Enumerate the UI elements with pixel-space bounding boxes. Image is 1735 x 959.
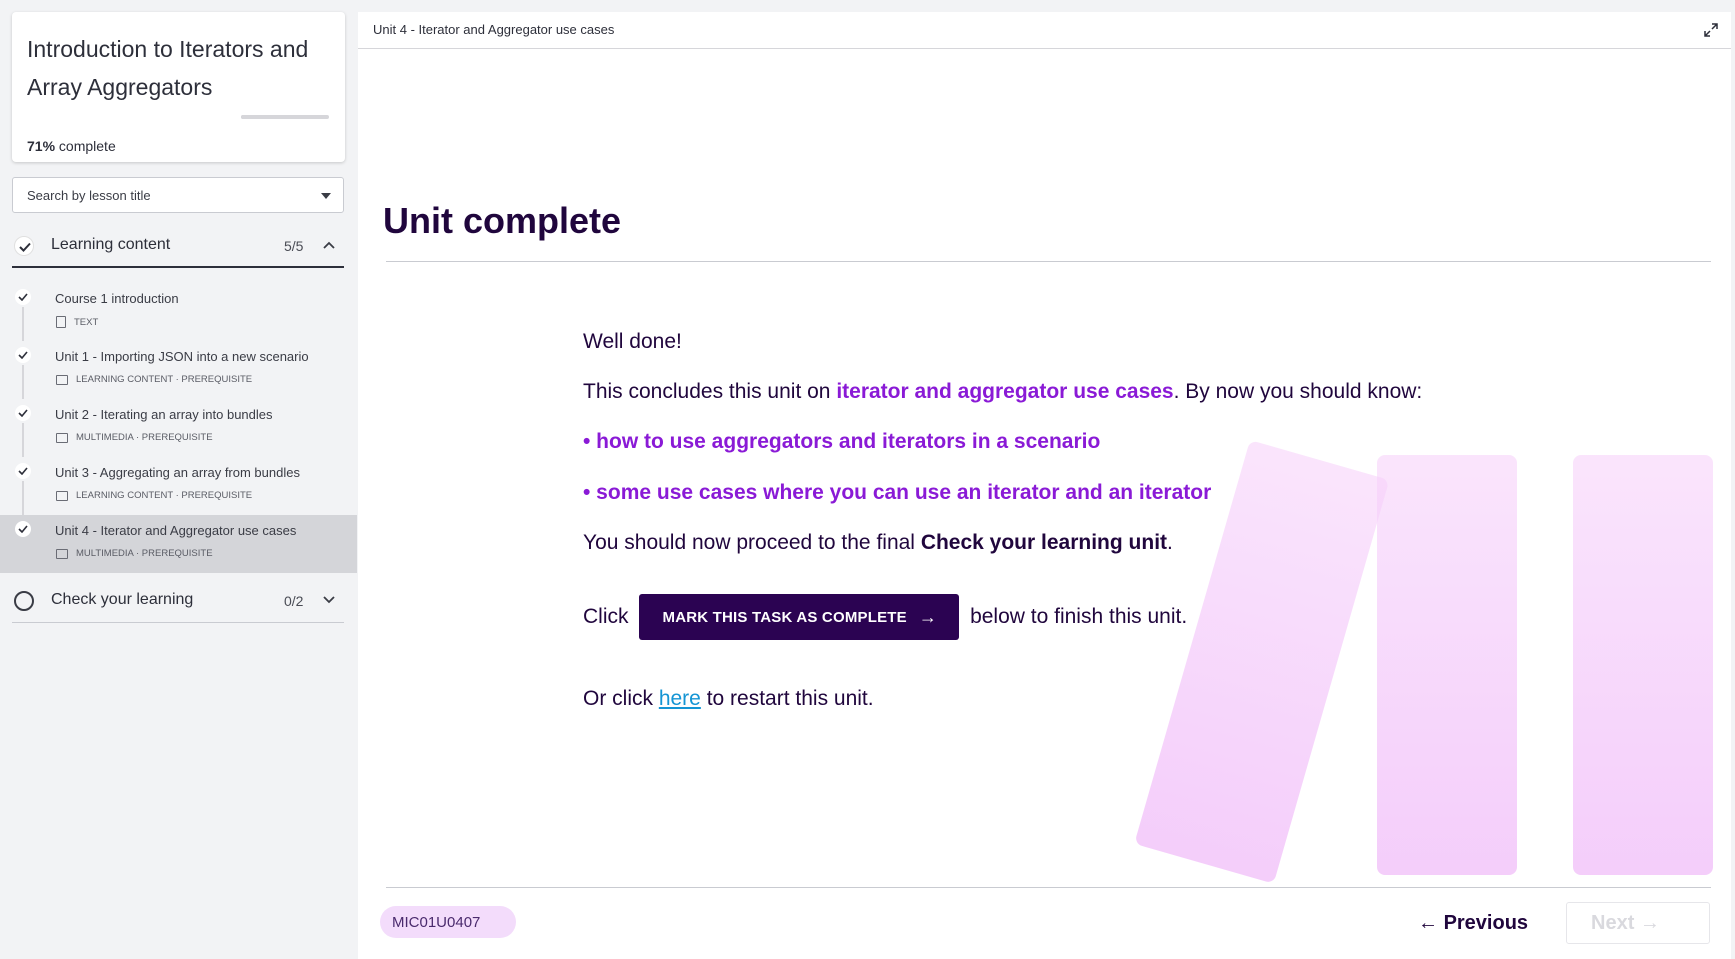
section-check-your-learning[interactable]: Check your learning 0/2 [12, 579, 344, 623]
click-prefix: Click [583, 605, 629, 628]
caret-down-icon [321, 193, 331, 199]
chevron-down-icon[interactable] [323, 593, 335, 607]
empty-circle-icon [14, 591, 34, 611]
restart-text: Or click here to restart this unit. [583, 687, 874, 711]
arrow-left-icon: ← [1418, 912, 1444, 934]
timeline-line [22, 481, 24, 515]
lesson-title: Unit 3 - Aggregating an array from bundl… [55, 465, 300, 480]
media-icon [56, 548, 68, 559]
divider [386, 887, 1711, 888]
arrow-right-icon: → [1634, 912, 1660, 934]
media-icon [56, 490, 68, 501]
course-title: Introduction to Iterators and Array Aggr… [27, 36, 309, 100]
lesson-meta-text: MULTIMEDIA · PREREQUISITE [76, 432, 213, 443]
lesson-title: Unit 1 - Importing JSON into a new scena… [55, 349, 309, 364]
click-suffix: below to finish this unit. [970, 605, 1188, 628]
lesson-meta: LEARNING CONTENT · PREREQUISITE [56, 374, 252, 385]
section-count: 5/5 [284, 238, 304, 254]
timeline-line [22, 365, 24, 399]
media-icon [56, 374, 68, 385]
restart-suffix: to restart this unit. [700, 687, 874, 710]
media-icon [56, 432, 68, 443]
conclusion-text: This concludes this unit on iterator and… [583, 380, 1422, 404]
lesson-meta: TEXT [56, 316, 98, 328]
conclusion-prefix: This concludes this unit on [583, 380, 837, 403]
progress-fill [241, 115, 304, 119]
main-content: Unit 4 - Iterator and Aggregator use cas… [358, 12, 1731, 959]
conclusion-topic: iterator and aggregator use cases [836, 380, 1174, 403]
lesson-item-active[interactable]: Unit 4 - Iterator and Aggregator use cas… [0, 515, 357, 573]
lesson-meta: LEARNING CONTENT · PREREQUISITE [56, 490, 252, 501]
next-button[interactable]: Next → [1566, 902, 1710, 944]
top-bar: Unit 4 - Iterator and Aggregator use cas… [358, 12, 1731, 49]
lesson-item[interactable]: Unit 2 - Iterating an array into bundles… [0, 399, 357, 457]
check-circle-icon [14, 236, 34, 256]
chevron-up-icon[interactable] [323, 238, 335, 252]
decorative-shape [1377, 455, 1517, 875]
proceed-prefix: You should now proceed to the final [583, 531, 921, 554]
lesson-meta-text: MULTIMEDIA · PREREQUISITE [76, 548, 213, 559]
decorative-shape [1573, 455, 1713, 875]
lesson-title: Unit 4 - Iterator and Aggregator use cas… [55, 523, 297, 538]
lesson-title: Course 1 introduction [55, 291, 179, 306]
previous-button[interactable]: ← Previous [1418, 912, 1528, 935]
divider [386, 261, 1711, 262]
lesson-item[interactable]: Course 1 introduction TEXT [0, 283, 357, 341]
lesson-meta-text: LEARNING CONTENT · PREREQUISITE [76, 374, 253, 385]
lesson-meta: MULTIMEDIA · PREREQUISITE [56, 548, 213, 559]
section-count: 0/2 [284, 593, 304, 609]
complete-row: Click MARK THIS TASK AS COMPLETE → below … [583, 594, 1187, 640]
check-icon [15, 347, 31, 363]
lesson-search-select[interactable]: Search by lesson title [12, 177, 344, 213]
well-done-text: Well done! [583, 330, 682, 353]
previous-label: Previous [1443, 912, 1529, 934]
course-card: Introduction to Iterators and Array Aggr… [12, 12, 345, 162]
timeline-line [22, 307, 24, 341]
lesson-item[interactable]: Unit 3 - Aggregating an array from bundl… [0, 457, 357, 515]
lesson-meta-text: TEXT [74, 316, 99, 328]
check-icon [15, 405, 31, 421]
check-icon [15, 463, 31, 479]
lesson-meta: MULTIMEDIA · PREREQUISITE [56, 432, 213, 443]
breadcrumb: Unit 4 - Iterator and Aggregator use cas… [373, 22, 615, 37]
check-icon [15, 289, 31, 305]
lesson-list: Course 1 introduction TEXT Unit 1 - Impo… [0, 283, 357, 573]
conclusion-suffix: . By now you should know: [1173, 380, 1423, 403]
section-label: Learning content [51, 236, 171, 253]
next-label: Next [1591, 912, 1635, 934]
restart-link[interactable]: here [659, 687, 701, 710]
progress-percent: 71% [27, 138, 56, 154]
timeline-line [22, 423, 24, 457]
section-learning-content[interactable]: Learning content 5/5 [12, 224, 344, 268]
document-icon [56, 316, 66, 328]
progress-text: 71% complete [27, 138, 116, 154]
lesson-title: Unit 2 - Iterating an array into bundles [55, 407, 273, 422]
bullet-item: • how to use aggregators and iterators i… [583, 430, 1101, 453]
mark-complete-button[interactable]: MARK THIS TASK AS COMPLETE → [638, 594, 960, 640]
mark-complete-label: MARK THIS TASK AS COMPLETE [662, 608, 907, 626]
proceed-text: You should now proceed to the final Chec… [583, 531, 1173, 555]
unit-code-badge: MIC01U0407 [380, 906, 516, 938]
section-label: Check your learning [51, 591, 194, 608]
bullet-item: • some use cases where you can use an it… [583, 481, 1212, 504]
arrow-right-icon: → [918, 606, 938, 627]
search-placeholder: Search by lesson title [27, 188, 151, 203]
lesson-meta-text: LEARNING CONTENT · PREREQUISITE [76, 490, 253, 501]
expand-icon[interactable] [1703, 22, 1719, 38]
restart-prefix: Or click [583, 687, 659, 710]
proceed-bold: Check your learning unit [920, 531, 1168, 554]
decorative-shape [1134, 440, 1390, 884]
progress-bar [241, 115, 329, 119]
page-title: Unit complete [383, 200, 622, 241]
sidebar: Introduction to Iterators and Array Aggr… [0, 0, 357, 959]
progress-suffix: complete [58, 138, 116, 154]
lesson-item[interactable]: Unit 1 - Importing JSON into a new scena… [0, 341, 357, 399]
check-icon [15, 521, 31, 537]
proceed-suffix: . [1167, 531, 1173, 554]
